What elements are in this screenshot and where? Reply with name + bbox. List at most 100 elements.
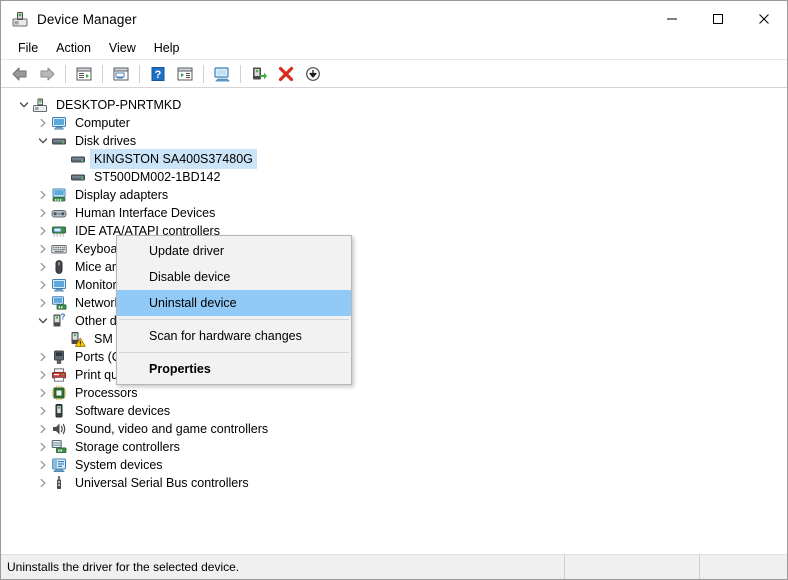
tree-node[interactable]: Storage controllers: [8, 438, 780, 456]
other-devices-icon: ?: [51, 313, 67, 329]
properties-button[interactable]: [71, 62, 97, 86]
tree-root-node[interactable]: DESKTOP-PNRTMKD: [8, 96, 780, 114]
software-device-icon: [51, 403, 67, 419]
back-button[interactable]: [7, 62, 33, 86]
forward-button[interactable]: [34, 62, 60, 86]
window-controls: [649, 1, 787, 37]
tree-node-label: Display adapters: [75, 188, 169, 202]
usb-icon: [51, 475, 67, 491]
context-menu-item-update-driver[interactable]: Update driver: [117, 238, 351, 264]
device-tree-pane[interactable]: DESKTOP-PNRTMKD Computer Disk drives KINGST…: [7, 91, 781, 550]
chevron-right-icon[interactable]: [35, 294, 51, 312]
tree-node-label: Computer: [75, 116, 130, 130]
maximize-button[interactable]: [695, 1, 741, 37]
tree-node[interactable]: Universal Serial Bus controllers: [8, 474, 780, 492]
svg-text:?: ?: [155, 69, 162, 81]
tree-node-label: Universal Serial Bus controllers: [75, 476, 249, 490]
toolbar: ?: [1, 60, 787, 88]
help-button[interactable]: ?: [145, 62, 171, 86]
tree-node-label: Software devices: [75, 404, 171, 418]
chevron-right-icon[interactable]: [35, 384, 51, 402]
tree-node[interactable]: System devices: [8, 456, 780, 474]
menu-file[interactable]: File: [9, 39, 47, 57]
tree-node[interactable]: ST500DM002-1BD142: [8, 168, 780, 186]
status-pane-2: [565, 555, 700, 579]
network-adapter-icon: [51, 295, 67, 311]
chevron-down-icon[interactable]: [16, 96, 32, 114]
tree-node[interactable]: Processors: [8, 384, 780, 402]
tree-node[interactable]: Human Interface Devices: [8, 204, 780, 222]
tree-node[interactable]: Computer: [8, 114, 780, 132]
device-manager-icon: [11, 10, 29, 28]
tree-node[interactable]: KINGSTON SA400S37480G: [8, 149, 780, 169]
tree-node-label: Processors: [75, 386, 138, 400]
toolbar-separator: [65, 64, 66, 83]
chevron-right-icon[interactable]: [35, 456, 51, 474]
uninstall-device-button[interactable]: [273, 62, 299, 86]
toolbar-separator: [139, 64, 140, 83]
tree-node-label: System devices: [75, 458, 163, 472]
chevron-right-icon[interactable]: [35, 114, 51, 132]
tree-node-label: Storage controllers: [75, 440, 180, 454]
processor-icon: [51, 385, 67, 401]
svg-text:?: ?: [61, 313, 66, 322]
mouse-icon: [51, 259, 67, 275]
chevron-down-icon[interactable]: [35, 132, 51, 150]
content-area: DESKTOP-PNRTMKD Computer Disk drives KINGST…: [1, 88, 787, 554]
window-title: Device Manager: [37, 11, 137, 27]
tree-indent-spacer: [54, 330, 70, 348]
chevron-right-icon[interactable]: [35, 366, 51, 384]
port-icon: [51, 349, 67, 365]
chevron-right-icon[interactable]: [35, 474, 51, 492]
chevron-right-icon[interactable]: [35, 240, 51, 258]
context-menu[interactable]: Update driver Disable device Uninstall dev…: [116, 235, 352, 385]
tree-node-label: Human Interface Devices: [75, 206, 216, 220]
chevron-down-icon[interactable]: [35, 312, 51, 330]
show-hidden-devices-button[interactable]: [108, 62, 134, 86]
disk-drive-icon: [51, 133, 67, 149]
chevron-right-icon[interactable]: [35, 204, 51, 222]
context-menu-separator: [119, 319, 349, 320]
chevron-right-icon[interactable]: [35, 402, 51, 420]
disable-device-button[interactable]: [300, 62, 326, 86]
device-manager-window: Device Manager File Action View Help ? D…: [0, 0, 788, 580]
chevron-right-icon[interactable]: [35, 438, 51, 456]
chevron-right-icon[interactable]: [35, 276, 51, 294]
menu-action[interactable]: Action: [47, 39, 100, 57]
context-menu-item-properties[interactable]: Properties: [117, 356, 351, 382]
tree-node-label: ST500DM002-1BD142: [94, 170, 221, 184]
close-button[interactable]: [741, 1, 787, 37]
status-pane-3: [700, 555, 787, 579]
scan-for-hardware-changes-button[interactable]: [209, 62, 235, 86]
tree-node[interactable]: Software devices: [8, 402, 780, 420]
tree-indent-spacer: [54, 168, 70, 186]
ide-controller-icon: [51, 223, 67, 239]
computer-root-icon: [32, 97, 48, 113]
chevron-right-icon[interactable]: [35, 186, 51, 204]
chevron-right-icon[interactable]: [35, 222, 51, 240]
display-adapter-icon: [51, 187, 67, 203]
toolbar-separator: [240, 64, 241, 83]
tree-node[interactable]: Disk drives: [8, 132, 780, 150]
printer-icon: [51, 367, 67, 383]
menu-view[interactable]: View: [100, 39, 145, 57]
unknown-device-warning-icon: [70, 331, 86, 347]
tree-node[interactable]: Display adapters: [8, 186, 780, 204]
minimize-button[interactable]: [649, 1, 695, 37]
enable-device-button[interactable]: [246, 62, 272, 86]
context-menu-item-disable-device[interactable]: Disable device: [117, 264, 351, 290]
storage-controller-icon: [51, 439, 67, 455]
tree-node-label: Sound, video and game controllers: [75, 422, 269, 436]
chevron-right-icon[interactable]: [35, 420, 51, 438]
tree-node-label: KINGSTON SA400S37480G: [90, 149, 257, 169]
update-driver-button[interactable]: [172, 62, 198, 86]
menu-help[interactable]: Help: [145, 39, 189, 57]
title-bar: Device Manager: [1, 1, 787, 37]
system-device-icon: [51, 457, 67, 473]
tree-node[interactable]: Sound, video and game controllers: [8, 420, 780, 438]
context-menu-item-uninstall-device[interactable]: Uninstall device: [117, 290, 351, 316]
tree-node-label: Disk drives: [75, 134, 137, 148]
chevron-right-icon[interactable]: [35, 258, 51, 276]
context-menu-item-scan-for-hardware-changes[interactable]: Scan for hardware changes: [117, 323, 351, 349]
chevron-right-icon[interactable]: [35, 348, 51, 366]
